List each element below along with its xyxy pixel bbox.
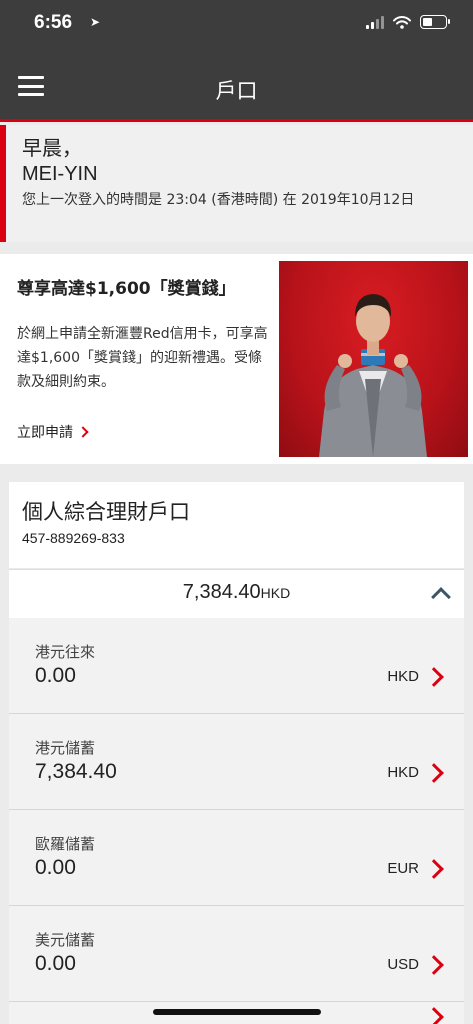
greeting-name: MEI-YIN xyxy=(22,163,98,185)
nav-bar: 戶口 xyxy=(0,50,473,122)
status-icons xyxy=(366,15,450,29)
battery-icon xyxy=(420,15,450,29)
chevron-right-icon xyxy=(424,1007,444,1024)
account-card[interactable]: 個人綜合理財戶口 457-889269-833 xyxy=(9,482,464,568)
sub-account-currency: HKD xyxy=(387,764,419,781)
balance-value: 7,384.40 xyxy=(182,581,261,603)
sub-account-hkd-current[interactable]: 港元往來 0.00 HKD xyxy=(9,618,464,714)
sub-account-label: 港元往來 xyxy=(35,643,96,661)
sub-account-list: 港元往來 0.00 HKD 港元儲蓄 7,384.40 HKD 歐羅儲蓄 0.0… xyxy=(9,618,464,1024)
sub-account-hkd-savings[interactable]: 港元儲蓄 7,384.40 HKD xyxy=(9,714,464,810)
page-title: 戶口 xyxy=(215,79,258,103)
sub-account-label: 港元儲蓄 xyxy=(35,739,96,757)
account-balance-toggle[interactable]: 7,384.40HKD xyxy=(9,569,464,618)
sub-account-currency: HKD xyxy=(387,668,419,685)
wifi-icon xyxy=(393,15,411,29)
last-login-text: 您上一次登入的時間是 23:04 (香港時間) 在 2019年10月12日 xyxy=(22,192,415,208)
sub-account-label: 歐羅儲蓄 xyxy=(35,835,96,853)
account-number: 457-889269-833 xyxy=(22,530,125,546)
promo-body: 於網上申請全新滙豐Red信用卡，可享高達$1,600「獎賞錢」的迎新禮遇。受條款… xyxy=(17,326,268,390)
account-balance: 7,384.40HKD xyxy=(9,581,464,604)
greeting-salutation: 早晨， xyxy=(22,136,82,160)
sub-account-currency: EUR xyxy=(387,860,419,877)
status-time: 6:56 xyxy=(34,12,73,33)
promo-title: 尊享高達$1,600「獎賞錢」 xyxy=(17,279,236,299)
promo-banner[interactable]: 尊享高達$1,600「獎賞錢」 於網上申請全新滙豐Red信用卡，可享高達$1,6… xyxy=(0,254,473,464)
sub-account-usd-savings[interactable]: 美元儲蓄 0.00 USD xyxy=(9,906,464,1002)
man-with-card-illustration xyxy=(319,294,427,457)
sub-account-currency: USD xyxy=(387,956,419,973)
chevron-right-icon xyxy=(77,426,89,438)
cellular-signal-icon xyxy=(366,15,384,29)
balance-currency: HKD xyxy=(260,585,291,601)
apply-now-link[interactable]: 立即申請 xyxy=(17,422,89,442)
home-indicator[interactable] xyxy=(153,1009,321,1015)
account-name: 個人綜合理財戶口 xyxy=(22,500,190,524)
greeting-panel: 早晨， MEI-YIN 您上一次登入的時間是 23:04 (香港時間) 在 20… xyxy=(0,125,473,242)
sub-account-eur-savings[interactable]: 歐羅儲蓄 0.00 EUR xyxy=(9,810,464,906)
location-arrow-icon: ➤ xyxy=(90,15,101,29)
apply-now-label: 立即申請 xyxy=(17,425,73,441)
status-bar: 6:56 ➤ xyxy=(0,0,473,50)
sub-account-label: 美元儲蓄 xyxy=(35,931,96,949)
promo-image xyxy=(279,261,468,457)
